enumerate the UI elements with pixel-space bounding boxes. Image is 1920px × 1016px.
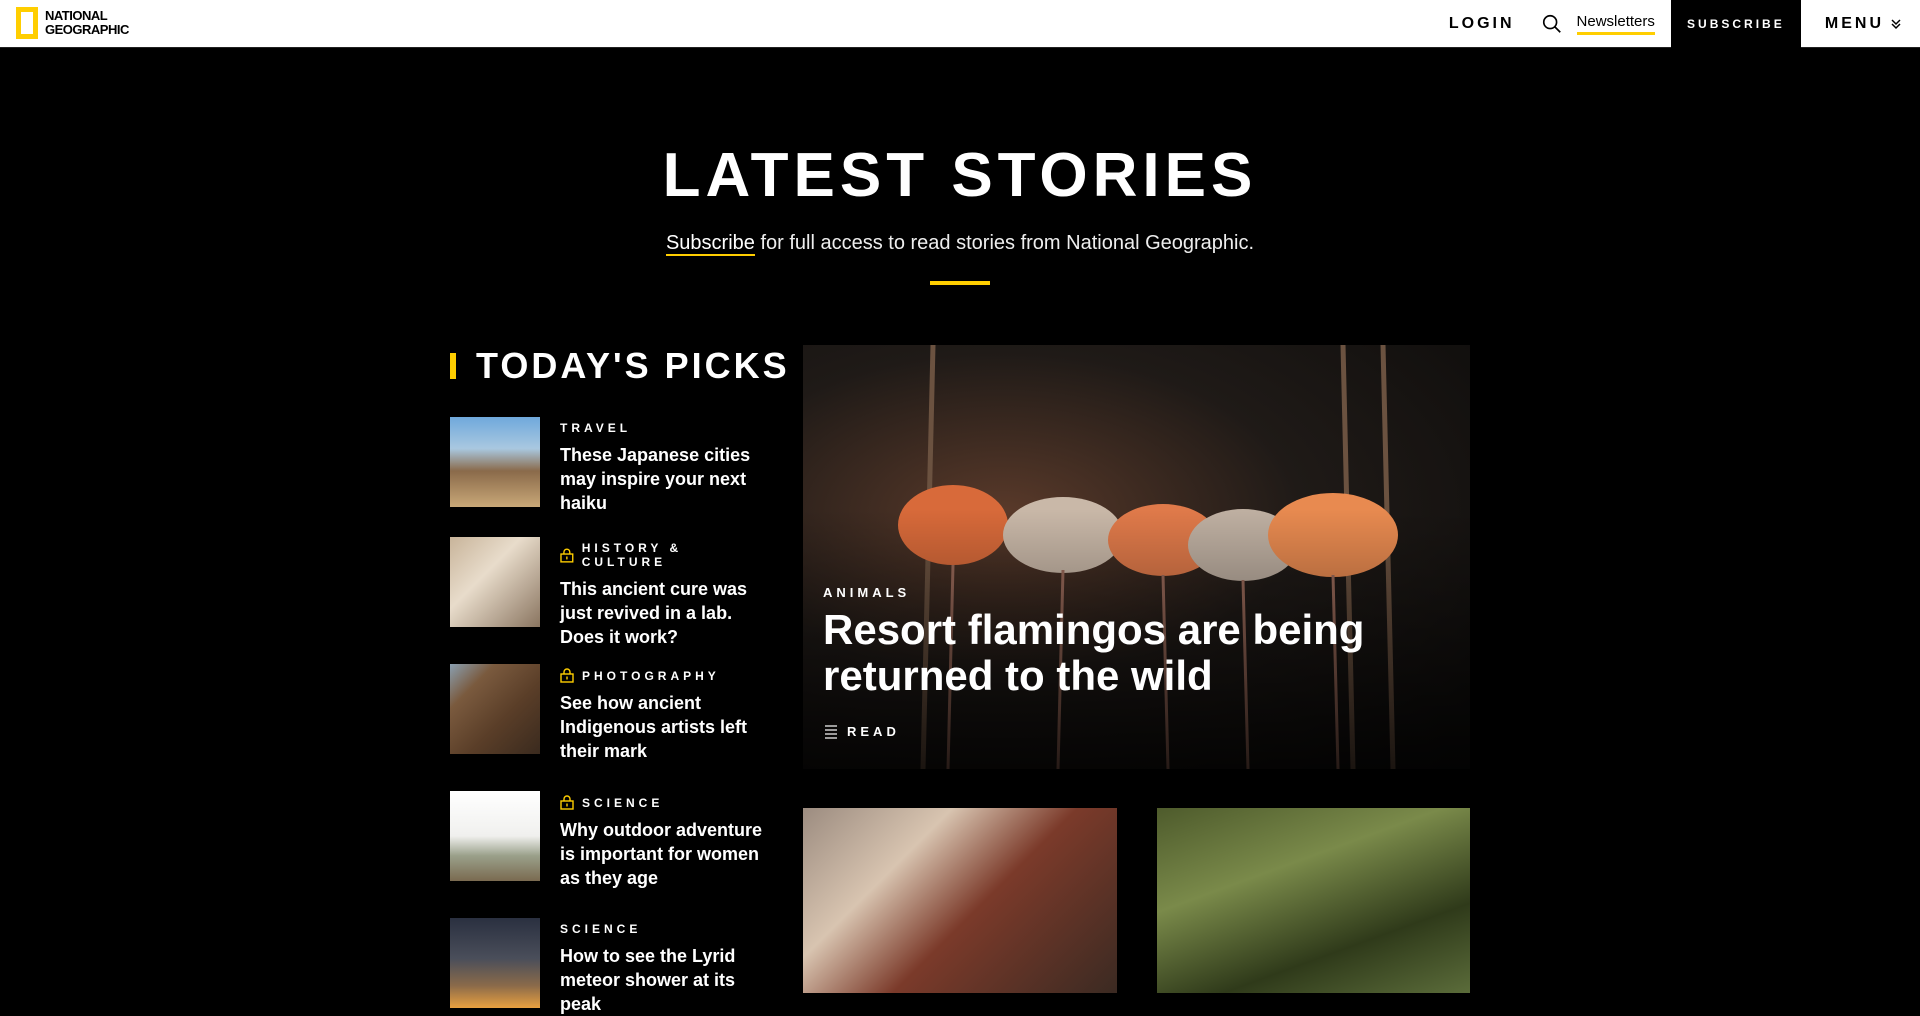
page-title: LATEST STORIES xyxy=(662,141,1258,210)
pick-thumbnail[interactable] xyxy=(450,417,540,507)
article-lines-icon xyxy=(825,724,837,739)
todays-picks-heading: TODAY'S PICKS xyxy=(450,345,790,387)
login-link[interactable]: LOGIN xyxy=(1449,15,1515,33)
title-divider xyxy=(930,281,990,285)
top-navigation-bar: NATIONAL GEOGRAPHIC LOGIN Newsletters SU… xyxy=(0,0,1920,48)
story-card-forest-image[interactable] xyxy=(1157,808,1470,993)
pick-category[interactable]: TRAVEL xyxy=(560,421,770,435)
search-icon[interactable] xyxy=(1541,13,1563,35)
feature-title[interactable]: Resort flamingos are being returned to t… xyxy=(823,607,1383,699)
read-button[interactable]: READ xyxy=(825,724,900,739)
logo-line-1: NATIONAL xyxy=(45,8,108,23)
menu-button[interactable]: MENU xyxy=(1801,15,1920,33)
pick-title[interactable]: These Japanese cities may inspire your n… xyxy=(560,443,770,515)
pick-title[interactable]: Why outdoor adventure is important for w… xyxy=(560,818,770,890)
national-geographic-logo[interactable]: NATIONAL GEOGRAPHIC xyxy=(16,7,129,39)
subscribe-prompt: Subscribe for full access to read storie… xyxy=(0,232,1920,256)
lock-icon xyxy=(560,548,574,563)
pick-title[interactable]: How to see the Lyrid meteor shower at it… xyxy=(560,944,770,1016)
subscribe-link[interactable]: Subscribe xyxy=(665,232,755,256)
subscribe-prompt-text: for full access to read stories from Nat… xyxy=(754,232,1255,254)
pick-thumbnail[interactable] xyxy=(450,918,540,1008)
newsletters-link[interactable]: Newsletters xyxy=(1576,13,1655,35)
pick-title[interactable]: This ancient cure was just revived in a … xyxy=(560,577,770,649)
pick-category[interactable]: PHOTOGRAPHY xyxy=(560,668,770,683)
menu-label: MENU xyxy=(1824,15,1884,32)
pick-item[interactable]: PHOTOGRAPHY See how ancient Indigenous a… xyxy=(450,664,770,763)
pick-item[interactable]: TRAVEL These Japanese cities may inspire… xyxy=(450,417,770,515)
pick-item[interactable]: HISTORY & CULTURE This ancient cure was … xyxy=(450,537,770,649)
feature-category[interactable]: ANIMALS xyxy=(823,585,910,600)
lock-icon xyxy=(560,795,574,810)
pick-thumbnail[interactable] xyxy=(450,791,540,881)
featured-story-card[interactable]: ANIMALS Resort flamingos are being retur… xyxy=(803,345,1470,769)
pick-thumbnail[interactable] xyxy=(450,537,540,627)
pick-category[interactable]: SCIENCE xyxy=(560,795,770,810)
header-actions: LOGIN Newsletters SUBSCRIBE MENU xyxy=(1449,0,1920,48)
pick-thumbnail[interactable] xyxy=(450,664,540,754)
chevron-down-icon xyxy=(1891,19,1901,30)
pick-category[interactable]: SCIENCE xyxy=(560,922,770,936)
logo-yellow-frame-icon xyxy=(16,7,38,39)
story-card-cicada-image[interactable] xyxy=(803,808,1117,993)
pick-item[interactable]: SCIENCE How to see the Lyrid meteor show… xyxy=(450,918,770,1016)
pick-item[interactable]: SCIENCE Why outdoor adventure is importa… xyxy=(450,791,770,890)
pick-category[interactable]: HISTORY & CULTURE xyxy=(560,541,770,569)
lock-icon xyxy=(560,668,574,683)
heading-accent-bar xyxy=(450,353,456,379)
subscribe-button[interactable]: SUBSCRIBE xyxy=(1670,0,1801,48)
logo-line-2: GEOGRAPHIC xyxy=(45,22,129,37)
pick-title[interactable]: See how ancient Indigenous artists left … xyxy=(560,691,770,763)
